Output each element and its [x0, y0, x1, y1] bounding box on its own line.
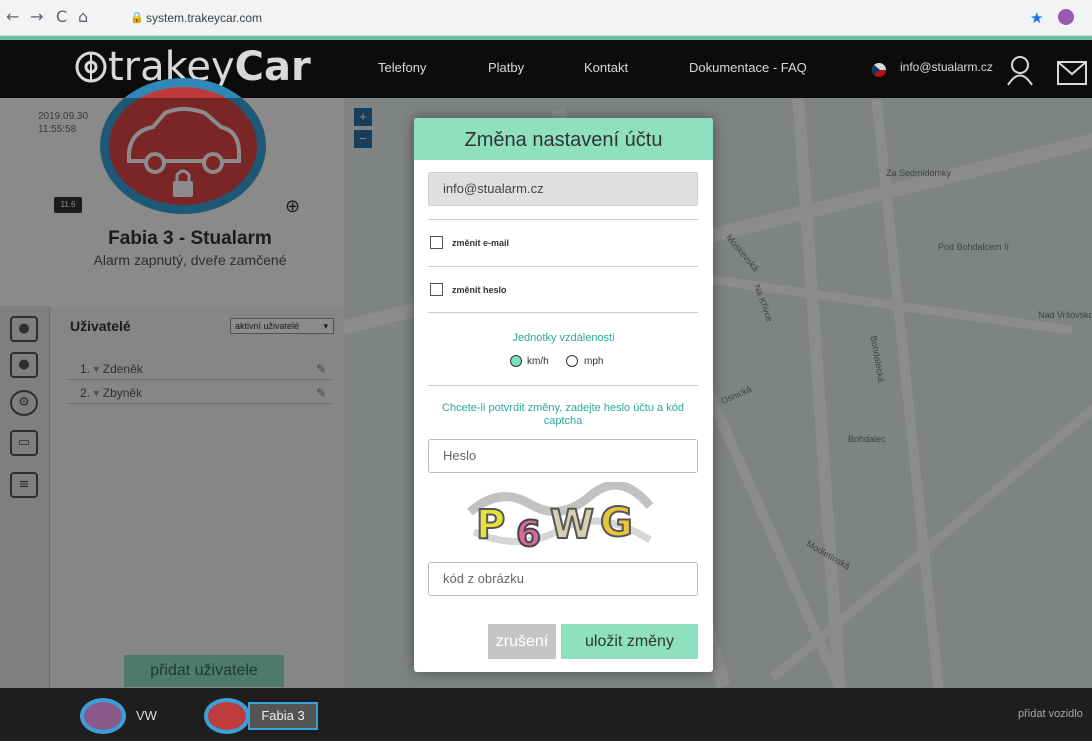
- units-kmh-label: km/h: [527, 356, 549, 367]
- divider: [428, 385, 698, 386]
- profile-icon[interactable]: [1058, 9, 1074, 25]
- header-backdrop: [0, 36, 1092, 98]
- confirm-note: Chcete-li potvrdit změny, zadejte heslo …: [442, 402, 684, 427]
- units-kmh-radio[interactable]: [510, 355, 522, 367]
- captcha-image: P 6 W G: [460, 482, 660, 556]
- account-settings-dialog: Změna nastavení účtu info@stualarm.cz zm…: [414, 118, 713, 672]
- home-icon[interactable]: ⌂: [78, 8, 88, 26]
- change-email-checkbox[interactable]: [430, 236, 443, 249]
- change-password-label: změnit heslo: [452, 285, 507, 295]
- forward-icon[interactable]: →: [30, 8, 43, 26]
- browser-toolbar: ← → C ⌂ 🔒 system.trakeycar.com ★: [0, 0, 1092, 36]
- vehicle-avatar-vw[interactable]: [80, 698, 126, 734]
- captcha-char: W: [550, 502, 594, 548]
- captcha-char: P: [476, 502, 505, 548]
- dialog-title: Změna nastavení účtu: [414, 118, 713, 160]
- captcha-char: G: [600, 500, 633, 546]
- password-field[interactable]: Heslo: [428, 439, 698, 473]
- lock-icon: 🔒: [130, 12, 144, 24]
- vehicle-label-vw[interactable]: VW: [136, 708, 157, 723]
- change-email-label: změnit e-mail: [452, 238, 510, 248]
- vehicle-label-fabia[interactable]: Fabia 3: [248, 702, 318, 730]
- captcha-char: 6: [516, 514, 541, 555]
- add-vehicle-link[interactable]: přidat vozidlo: [1018, 708, 1083, 720]
- address-bar[interactable]: 🔒 system.trakeycar.com: [116, 6, 996, 30]
- divider: [428, 219, 698, 220]
- units-mph-radio[interactable]: [566, 355, 578, 367]
- units-title: Jednotky vzdálenosti: [512, 332, 615, 344]
- vehicle-avatar-fabia[interactable]: [204, 698, 250, 734]
- divider: [428, 266, 698, 267]
- reload-icon[interactable]: C: [56, 8, 67, 26]
- cancel-button[interactable]: zrušení: [488, 624, 556, 659]
- back-icon[interactable]: ←: [6, 8, 19, 26]
- email-field: info@stualarm.cz: [428, 172, 698, 206]
- vehicle-bar: [0, 688, 1092, 741]
- captcha-input[interactable]: kód z obrázku: [428, 562, 698, 596]
- change-password-checkbox[interactable]: [430, 283, 443, 296]
- save-button[interactable]: uložit změny: [561, 624, 698, 659]
- units-mph-label: mph: [584, 356, 604, 367]
- divider: [428, 312, 698, 313]
- app-root: ← → C ⌂ 🔒 system.trakeycar.com ★ trakeyC…: [0, 0, 1092, 741]
- url-text: system.trakeycar.com: [146, 11, 263, 25]
- bookmark-star-icon[interactable]: ★: [1030, 9, 1043, 27]
